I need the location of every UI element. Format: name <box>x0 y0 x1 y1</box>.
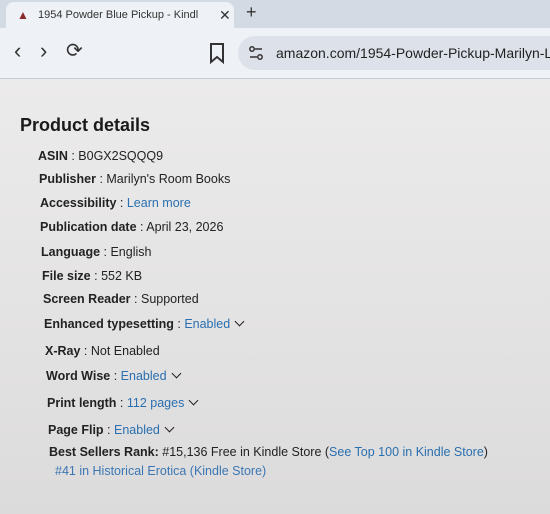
see-top-100-link[interactable]: See Top 100 in Kindle Store <box>329 445 484 459</box>
enhanced-typesetting-dropdown[interactable]: Enabled <box>184 317 230 331</box>
back-icon[interactable]: ‹ <box>14 40 21 62</box>
page-flip-dropdown[interactable]: Enabled <box>114 423 160 437</box>
detail-asin: ASIN : B0GX2SQQQ9 <box>38 149 164 163</box>
best-sellers-rank: Best Sellers Rank: #15,136 Free in Kindl… <box>49 445 488 459</box>
tab-title: 1954 Powder Blue Pickup - Kindl <box>38 9 199 21</box>
detail-value: 552 KB <box>101 269 143 283</box>
forward-icon[interactable]: › <box>40 40 47 62</box>
chevron-down-icon[interactable] <box>171 368 181 379</box>
bookmark-icon[interactable] <box>208 42 226 64</box>
word-wise-dropdown[interactable]: Enabled <box>121 369 167 383</box>
amazon-favicon-icon: ▲ <box>17 8 29 22</box>
detail-publication-date: Publication date : April 23, 2026 <box>40 220 224 234</box>
detail-label: ASIN <box>38 149 68 163</box>
address-bar[interactable]: amazon.com/1954-Powder-Pickup-Marilyn-Le <box>238 36 550 70</box>
learn-more-link[interactable]: Learn more <box>127 196 191 210</box>
reload-icon[interactable]: ⟳ <box>66 40 83 62</box>
product-details-heading: Product details <box>20 115 151 135</box>
page-content: Product details ASIN : B0GX2SQQQ9 Publis… <box>0 79 550 514</box>
close-tab-icon[interactable]: ✕ <box>219 7 231 24</box>
browser-tab[interactable]: ▲ 1954 Powder Blue Pickup - Kindl ✕ <box>6 2 234 28</box>
historical-erotica-rank-link[interactable]: #41 in Historical Erotica (Kindle Store) <box>55 464 266 478</box>
browser-toolbar: ‹ › ⟳ amazon.com/1954-Powder-Pickup-Mari… <box>0 28 550 79</box>
detail-word-wise: Word Wise : Enabled <box>46 368 181 383</box>
detail-x-ray: X-Ray : Not Enabled <box>45 344 160 358</box>
detail-label: File size <box>42 269 91 283</box>
detail-label: Page Flip <box>48 423 104 437</box>
site-settings-icon[interactable] <box>248 45 264 61</box>
detail-value: B0GX2SQQQ9 <box>78 149 164 163</box>
rank-text: #15,136 Free in Kindle Store ( <box>162 445 330 459</box>
url-text: amazon.com/1954-Powder-Pickup-Marilyn-Le <box>276 45 550 61</box>
detail-file-size: File size : 552 KB <box>42 269 143 283</box>
print-length-dropdown[interactable]: 112 pages <box>127 396 184 410</box>
detail-value: April 23, 2026 <box>146 220 224 234</box>
detail-label: Best Sellers Rank: <box>49 445 159 459</box>
detail-print-length: Print length : 112 pages <box>47 395 199 410</box>
rank-close: ) <box>483 445 488 459</box>
detail-value: Marilyn's Room Books <box>106 172 231 186</box>
detail-page-flip: Page Flip : Enabled <box>48 422 175 437</box>
detail-value: Supported <box>140 292 199 306</box>
detail-accessibility: Accessibility : Learn more <box>40 196 191 210</box>
detail-language: Language : English <box>41 245 152 259</box>
detail-publisher: Publisher : Marilyn's Room Books <box>39 172 231 186</box>
detail-enhanced-typesetting: Enhanced typesetting : Enabled <box>44 316 245 331</box>
detail-screen-reader: Screen Reader : Supported <box>43 292 199 306</box>
chevron-down-icon[interactable] <box>234 316 245 327</box>
chevron-down-icon[interactable] <box>164 422 175 433</box>
detail-label: Screen Reader <box>43 292 131 306</box>
detail-label: Publication date <box>40 220 137 234</box>
detail-label: X-Ray <box>45 344 81 358</box>
detail-label: Accessibility <box>40 196 117 210</box>
detail-value: English <box>110 245 152 259</box>
detail-label: Enhanced typesetting <box>44 317 174 331</box>
detail-value: Not Enabled <box>90 344 160 358</box>
new-tab-button[interactable]: + <box>246 2 257 23</box>
detail-label: Word Wise <box>46 369 111 383</box>
tab-bar: ▲ 1954 Powder Blue Pickup - Kindl ✕ + <box>0 0 550 28</box>
detail-label: Language <box>41 245 101 259</box>
detail-label: Print length <box>47 396 117 410</box>
detail-label: Publisher <box>39 172 96 186</box>
chevron-down-icon[interactable] <box>188 395 199 406</box>
